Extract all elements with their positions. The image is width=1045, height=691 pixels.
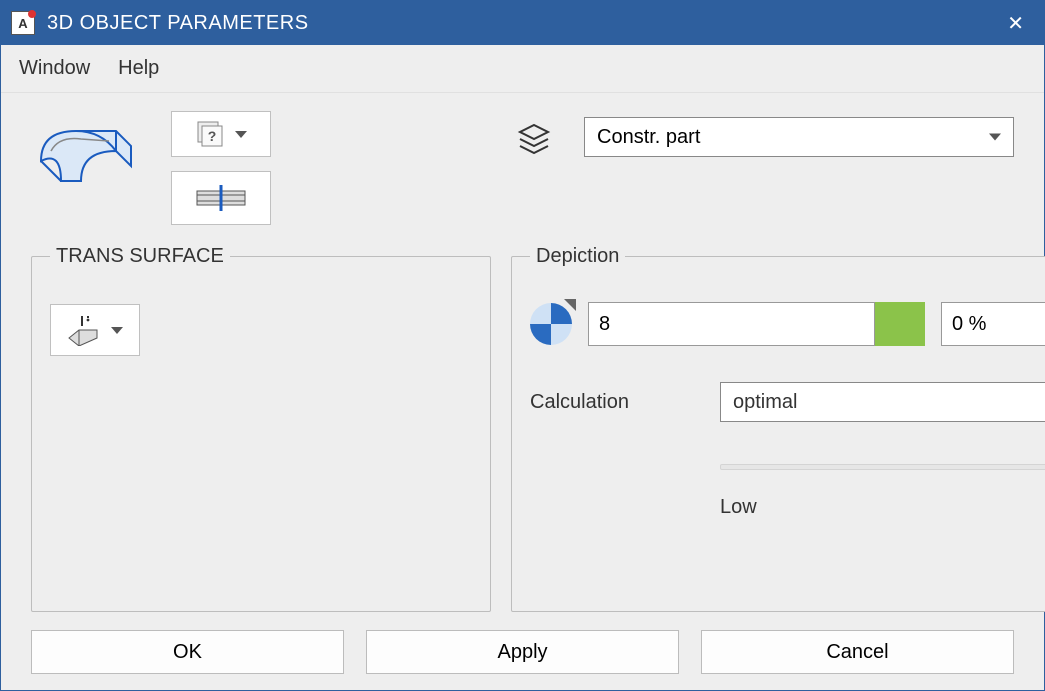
close-button[interactable]: ✕ <box>997 7 1034 40</box>
layer-select[interactable]: Constr. part <box>584 117 1014 157</box>
calculation-select-value: optimal <box>733 391 797 414</box>
object-preview-icon <box>31 111 141 191</box>
chevron-down-icon <box>989 134 1001 141</box>
cancel-button[interactable]: Cancel <box>701 630 1014 674</box>
render-quality-icon <box>530 303 572 345</box>
depiction-group: Depiction Calculation optimal <box>511 245 1045 612</box>
depiction-legend: Depiction <box>530 245 625 268</box>
section-tool-button[interactable] <box>171 171 271 225</box>
extrude-icon <box>67 314 103 346</box>
layer-select-value: Constr. part <box>597 126 700 149</box>
svg-text:?: ? <box>208 128 217 144</box>
calculation-select[interactable]: optimal <box>720 382 1045 422</box>
app-icon: A <box>11 11 35 35</box>
question-box-icon: ? <box>195 119 225 149</box>
trans-surface-mode-button[interactable] <box>50 304 140 356</box>
menu-help[interactable]: Help <box>118 57 159 80</box>
layers-icon <box>514 119 554 164</box>
depiction-value2-input[interactable] <box>941 302 1045 346</box>
chevron-down-icon <box>111 327 123 334</box>
window-title: 3D OBJECT PARAMETERS <box>47 12 997 35</box>
menu-window[interactable]: Window <box>19 57 90 80</box>
slider-track <box>720 464 1045 470</box>
calculation-label: Calculation <box>530 391 700 414</box>
depiction-value1-input[interactable] <box>588 302 875 346</box>
slider-low-label: Low <box>720 496 757 519</box>
material-picker-button[interactable]: ? <box>171 111 271 157</box>
apply-button[interactable]: Apply <box>366 630 679 674</box>
chevron-down-icon <box>235 131 247 138</box>
titlebar: A 3D OBJECT PARAMETERS ✕ <box>1 1 1044 45</box>
trans-surface-legend: TRANS SURFACE <box>50 245 230 268</box>
section-icon <box>193 183 249 213</box>
dialog-content: ? Constr. part <box>1 93 1044 690</box>
ok-button[interactable]: OK <box>31 630 344 674</box>
trans-surface-group: TRANS SURFACE <box>31 245 491 612</box>
depiction-value1-confirm-button[interactable] <box>875 302 925 346</box>
menubar: Window Help <box>1 45 1044 93</box>
quality-slider[interactable] <box>720 454 1045 482</box>
